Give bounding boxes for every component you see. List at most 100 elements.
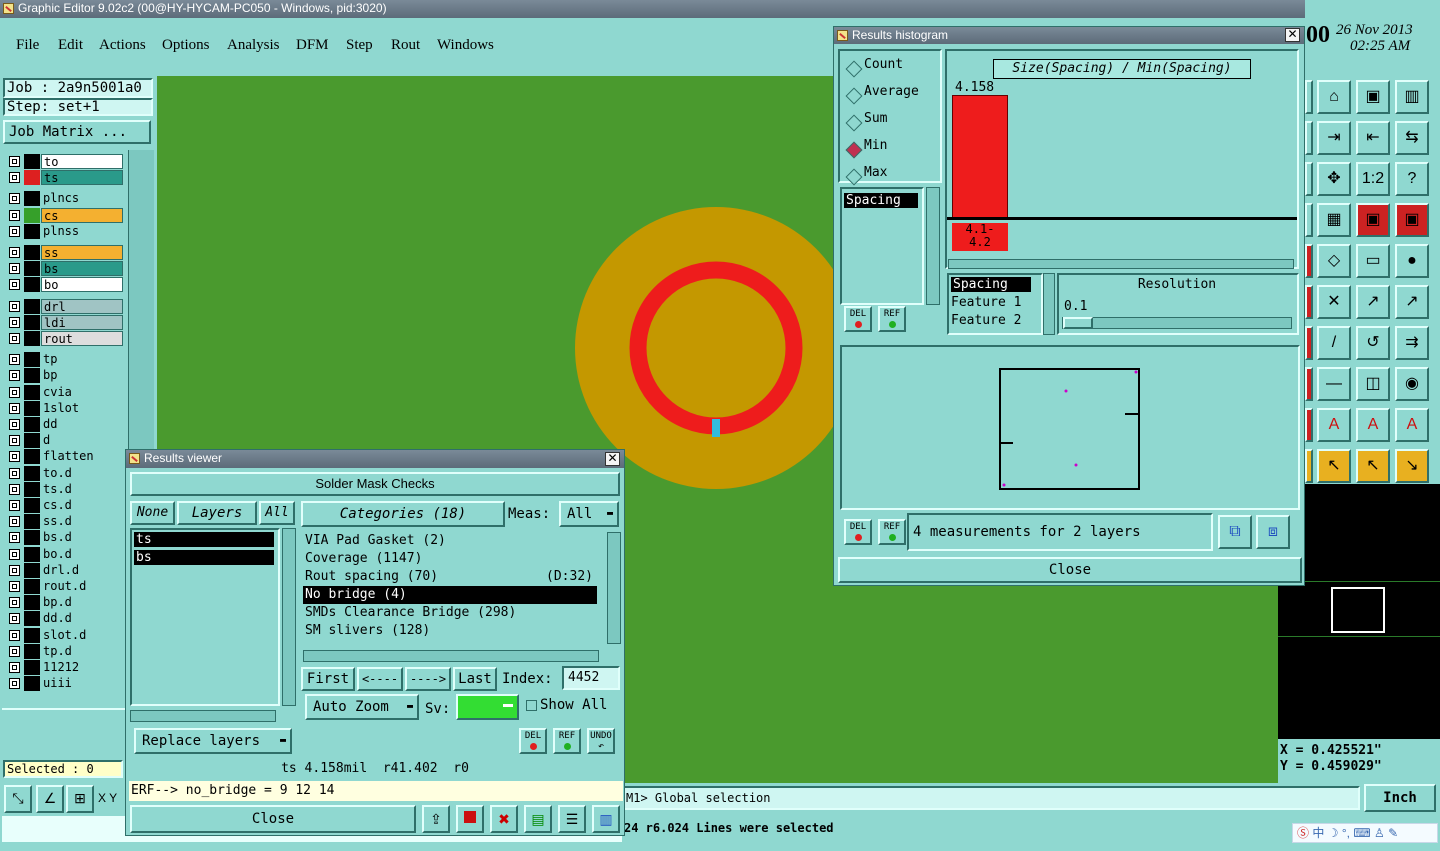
- palette-tool-icon[interactable]: ↗: [1356, 285, 1390, 319]
- categories-hscroll[interactable]: [303, 650, 599, 662]
- hist-del-button[interactable]: DEL: [844, 306, 872, 332]
- layer-color-swatch[interactable]: [24, 627, 40, 643]
- palette-tool-icon[interactable]: ↖: [1317, 449, 1351, 483]
- layer-row[interactable]: dd.d: [6, 611, 124, 627]
- layer-row[interactable]: plnss: [6, 223, 124, 239]
- layer-color-swatch[interactable]: [24, 562, 40, 578]
- layer-color-swatch[interactable]: [24, 530, 40, 546]
- layer-row[interactable]: rout: [6, 331, 124, 346]
- layer-color-swatch[interactable]: [24, 352, 40, 368]
- layer-row[interactable]: bs: [6, 261, 124, 277]
- layer-checkbox[interactable]: [9, 564, 20, 576]
- layer-color-swatch[interactable]: [24, 595, 40, 611]
- undo-button[interactable]: UNDO ↶: [587, 728, 615, 754]
- palette-tool-icon[interactable]: [1305, 285, 1313, 319]
- layer-row[interactable]: d: [6, 433, 124, 449]
- menu-actions[interactable]: Actions: [99, 37, 146, 54]
- mode-radio[interactable]: [845, 141, 863, 159]
- layer-row[interactable]: dd: [6, 417, 124, 432]
- layer-color-swatch[interactable]: [24, 481, 40, 497]
- palette-tool-icon[interactable]: ✥: [1317, 162, 1351, 196]
- palette-tool-icon[interactable]: ▥: [1395, 80, 1429, 114]
- layer-checkbox[interactable]: [9, 500, 20, 511]
- layer-row[interactable]: bp: [6, 368, 124, 384]
- layer-row[interactable]: ss: [6, 245, 124, 260]
- layer-checkbox[interactable]: [9, 193, 20, 205]
- palette-tool-icon[interactable]: A: [1356, 408, 1390, 442]
- layer-checkbox[interactable]: [9, 263, 20, 275]
- resolution-slider-thumb[interactable]: [1063, 317, 1093, 329]
- layer-row[interactable]: bp.d: [6, 595, 124, 611]
- layer-checkbox[interactable]: [9, 645, 20, 657]
- layer-checkbox[interactable]: [9, 613, 20, 625]
- layer-row[interactable]: rout.d: [6, 579, 124, 594]
- layer-row[interactable]: tp: [6, 352, 124, 368]
- layer-checkbox[interactable]: [9, 333, 20, 344]
- results-viewer-close-button[interactable]: Close: [130, 805, 416, 833]
- attribute-vscroll[interactable]: [926, 187, 940, 305]
- layer-checkbox[interactable]: [9, 435, 20, 447]
- clear-icon[interactable]: ✖: [490, 805, 518, 833]
- zoom-tool-icon[interactable]: ⤡: [4, 785, 32, 813]
- palette-tool-icon[interactable]: 1:2: [1356, 162, 1390, 196]
- index-input[interactable]: 4452: [562, 666, 620, 690]
- layer-checkbox[interactable]: [9, 386, 20, 398]
- layer-color-swatch[interactable]: [24, 384, 40, 400]
- layer-checkbox[interactable]: [9, 597, 20, 609]
- layer-row[interactable]: slot.d: [6, 627, 124, 643]
- layer-row[interactable]: 11212: [6, 660, 124, 675]
- layer-color-swatch[interactable]: [24, 611, 40, 627]
- layer-row[interactable]: uiii: [6, 676, 124, 692]
- attr-spacing[interactable]: Spacing: [951, 277, 1031, 292]
- menu-windows[interactable]: Windows: [437, 37, 494, 54]
- menu-edit[interactable]: Edit: [58, 37, 83, 54]
- layer-color-swatch[interactable]: [24, 546, 40, 562]
- menu-rout[interactable]: Rout: [391, 37, 420, 54]
- layer-list-item-ts[interactable]: ts: [134, 532, 274, 547]
- layer-color-swatch[interactable]: [24, 579, 40, 594]
- histogram-close-button[interactable]: Close: [838, 557, 1302, 583]
- palette-tool-icon[interactable]: ?: [1395, 162, 1429, 196]
- layer-color-swatch[interactable]: [24, 643, 40, 659]
- layer-color-swatch[interactable]: [24, 170, 40, 186]
- palette-tool-icon[interactable]: ⇆: [1395, 121, 1429, 155]
- sv-color-dropdown[interactable]: ▬: [456, 694, 519, 720]
- palette-tool-icon[interactable]: [1305, 326, 1313, 360]
- palette-tool-icon[interactable]: ↗: [1395, 285, 1429, 319]
- palette-tool-icon[interactable]: [1305, 121, 1313, 155]
- layer-checkbox[interactable]: [9, 467, 20, 479]
- menu-step[interactable]: Step: [346, 37, 373, 54]
- layer-checkbox[interactable]: [9, 419, 20, 430]
- replace-layers-dropdown[interactable]: Replace layers ▬: [134, 728, 292, 754]
- palette-tool-icon[interactable]: —: [1317, 367, 1351, 401]
- layer-row[interactable]: cs: [6, 207, 124, 223]
- layer-checkbox[interactable]: [9, 279, 20, 291]
- layer-row[interactable]: bo: [6, 277, 124, 293]
- layers-none-button[interactable]: None: [130, 501, 175, 525]
- layer-checkbox[interactable]: [9, 247, 20, 258]
- layer-checkbox[interactable]: [9, 516, 20, 528]
- palette-tool-icon[interactable]: ▣: [1356, 203, 1390, 237]
- layer-color-swatch[interactable]: [24, 314, 40, 330]
- meas-del-button[interactable]: DEL: [844, 519, 872, 545]
- palette-tool-icon[interactable]: ⌂: [1317, 80, 1351, 114]
- record-icon[interactable]: [456, 805, 484, 833]
- layer-color-swatch[interactable]: [24, 433, 40, 449]
- layer-color-swatch[interactable]: [24, 245, 40, 260]
- ref-button[interactable]: REF: [553, 728, 581, 754]
- meas-ref-button[interactable]: REF: [878, 519, 906, 545]
- layer-checkbox[interactable]: [9, 532, 20, 544]
- attribute-item-spacing[interactable]: Spacing: [844, 193, 918, 208]
- palette-tool-icon[interactable]: ▣: [1356, 80, 1390, 114]
- menu-options[interactable]: Options: [162, 37, 210, 54]
- palette-tool-icon[interactable]: ◇: [1317, 244, 1351, 278]
- palette-tool-icon[interactable]: [1305, 408, 1313, 442]
- layer-checkbox[interactable]: [9, 156, 20, 167]
- layer-list-item-bs[interactable]: bs: [134, 550, 274, 565]
- palette-tool-icon[interactable]: [1305, 449, 1313, 483]
- layers-vscroll[interactable]: [282, 528, 296, 706]
- layer-checkbox[interactable]: [9, 354, 20, 366]
- palette-tool-icon[interactable]: [1305, 162, 1313, 196]
- histogram-bar[interactable]: [952, 95, 1008, 219]
- next-button[interactable]: ---->: [405, 667, 451, 691]
